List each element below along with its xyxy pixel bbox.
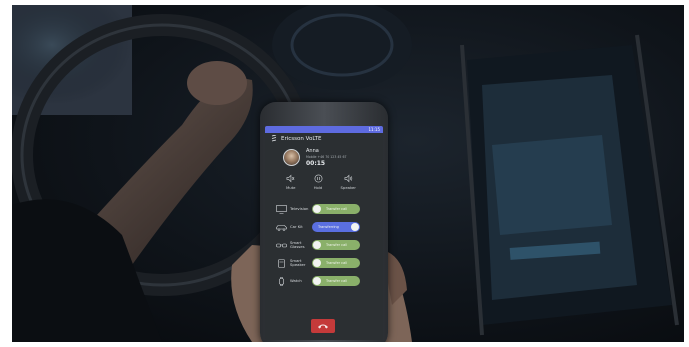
avatar (283, 149, 300, 166)
caller-number: Mobile +46 70 123 45 67 (306, 155, 347, 159)
car-icon (276, 224, 287, 231)
end-call-button[interactable] (311, 319, 335, 333)
call-controls: Mute Hold Speaker (265, 167, 383, 190)
device-row-car-kit: Car Kit Transferring (265, 218, 383, 236)
device-list: Television Transfer call Car Kit Transfe… (265, 190, 383, 290)
glasses-icon (276, 243, 287, 247)
transfer-toggle-smart-speaker[interactable]: Transfer call (312, 258, 360, 268)
watch-icon (279, 276, 284, 286)
device-row-watch: Watch Transfer call (265, 272, 383, 290)
toggle-label: Transfer call (326, 207, 348, 211)
mute-label: Mute (286, 185, 296, 190)
ericsson-logo-icon (271, 135, 277, 142)
transfer-toggle-car-kit[interactable]: Transferring (312, 222, 360, 232)
phone-screen: 11:15 Ericsson VoLTE Anna Mobile +46 70 … (265, 126, 383, 340)
speaker-label: Speaker (340, 185, 356, 190)
smartphone: 11:15 Ericsson VoLTE Anna Mobile +46 70 … (260, 102, 388, 342)
hold-label: Hold (313, 185, 323, 190)
device-row-smart-glasses: Smart Glasses Transfer call (265, 236, 383, 254)
speaker-icon (344, 174, 352, 183)
transfer-toggle-smart-glasses[interactable]: Transfer call (312, 240, 360, 250)
device-name: Television (290, 205, 309, 211)
hold-button[interactable]: Hold (314, 174, 323, 190)
device-row-smart-speaker: Smart Speaker Transfer call (265, 254, 383, 272)
device-name: Watch (290, 277, 302, 283)
transfer-toggle-watch[interactable]: Transfer call (312, 276, 360, 286)
toggle-knob (313, 277, 321, 285)
television-icon (276, 204, 287, 214)
device-name: Smart Glasses (290, 239, 305, 249)
hold-icon (314, 174, 322, 183)
toggle-label: Transfer call (326, 261, 348, 265)
app-bar: Ericsson VoLTE (265, 133, 383, 144)
hang-up-icon (318, 324, 328, 329)
toggle-knob (351, 223, 359, 231)
call-duration: 00:15 (306, 160, 326, 167)
caller-name: Anna (306, 148, 319, 154)
toggle-knob (313, 205, 321, 213)
status-time: 11:15 (368, 127, 380, 132)
caller-info: Anna Mobile +46 70 123 45 67 00:15 (265, 144, 383, 167)
mute-button[interactable]: Mute (286, 174, 296, 190)
status-bar: 11:15 (265, 126, 383, 133)
toggle-label: Transfer call (326, 243, 348, 247)
toggle-knob (313, 259, 321, 267)
device-name: Smart Speaker (290, 257, 306, 267)
transfer-toggle-television[interactable]: Transfer call (312, 204, 360, 214)
smart-speaker-icon (278, 258, 285, 268)
device-name: Car Kit (290, 223, 303, 229)
toggle-knob (313, 241, 321, 249)
device-row-television: Television Transfer call (265, 200, 383, 218)
car-interior-photo: 11:15 Ericsson VoLTE Anna Mobile +46 70 … (12, 5, 684, 342)
toggle-label: Transfer call (326, 279, 348, 283)
speaker-button[interactable]: Speaker (341, 174, 356, 190)
mute-icon (286, 174, 295, 183)
app-title: Ericsson VoLTE (281, 135, 322, 142)
toggle-label: Transferring (318, 225, 339, 229)
